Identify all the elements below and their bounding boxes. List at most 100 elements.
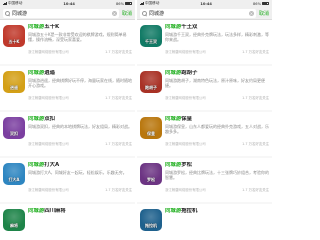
title-highlight: 同城游 [165,162,182,168]
avatar-label: 打大A [8,177,20,182]
card-title: 同城游跑胡子 [165,70,269,77]
game-avatar-icon: 逍遥 [3,71,25,93]
clear-icon[interactable]: × [248,10,254,16]
avatar-label: 罗松 [147,177,155,182]
card-org: 浙江畅唐网络股份有限公司 [28,96,69,100]
title-suffix: 保皇 [181,116,192,122]
title-suffix: 四川麻将 [44,208,66,214]
search-bar: 同城游 × 取消 [0,7,135,20]
title-suffix: 跑胡子 [181,70,198,76]
result-card[interactable]: 罗松 同城游罗松 同城游罗松，经典比牌玩法，十三张牌巧妙组合，考验你的智慧。 浙… [137,158,272,202]
card-title: 同城游逍遥 [28,70,132,77]
battery-percent: 86% [116,1,124,6]
card-title: 同城游拖拉机 [165,208,269,215]
search-bar: 同城游 × 取消 [137,7,272,20]
result-list: 五十K 同城游五十K 同城游五十K是一款非常受欢迎的棋牌游戏，规则简单易懂，操作… [0,20,135,240]
card-fans: 1.7 万名好友关注 [242,50,269,54]
card-description: 同城游罗松，经典比牌玩法，十三张牌巧妙组合，考验你的智慧。 [165,170,269,180]
search-input[interactable]: 同城游 × [3,8,119,18]
card-description: 同城游打大A，同城好友一起玩，轻松娱乐，乐趣无穷。 [28,170,127,175]
result-card[interactable]: 双扣 同城游双扣 同城游双扣，经典的本地棋牌玩法，好友组局，精彩对战。 浙江畅唐… [0,112,135,156]
result-card[interactable]: 千王双 同城游千王双 同城游千王双，经典扑克牌玩法，玩法多样，精彩刺激，等你来战… [137,20,272,64]
title-suffix: 罗松 [181,162,192,168]
battery-group: 86% [253,2,269,6]
card-org: 浙江畅唐网络股份有限公司 [165,96,206,100]
card-org: 浙江畅唐网络股份有限公司 [28,142,69,146]
card-title: 同城游五十K [28,24,132,31]
card-meta: 浙江畅唐网络股份有限公司 1.7 万名好友关注 [28,95,132,100]
battery-icon [125,1,132,6]
avatar-label: 麻将 [10,223,18,228]
search-icon [142,10,147,16]
card-meta: 浙江畅唐网络股份有限公司 1.7 万名好友关注 [165,95,269,100]
card-title: 同城游罗松 [165,162,269,169]
title-highlight: 同城游 [28,208,45,214]
title-suffix: 双扣 [44,116,55,122]
game-avatar-icon: 打大A [3,163,25,185]
title-highlight: 同城游 [28,116,45,122]
avatar-label: 拖拉机 [145,223,157,228]
card-fans: 1.7 万名好友关注 [242,142,269,146]
card-description: 同城游跑胡子，湖南特色玩法，原汁原味，好友约局更便捷。 [165,78,265,88]
signal-group: 中国移动 [140,1,159,6]
card-org: 浙江畅唐网络股份有限公司 [165,188,206,192]
result-card[interactable]: 保皇 同城游保皇 同城游保皇，山东人都爱玩的经典扑克游戏，五人对战，乐趣多多。 … [137,112,272,156]
title-highlight: 同城游 [165,208,182,214]
card-meta: 浙江畅唐网络股份有限公司 1.7 万名好友关注 [28,141,132,146]
search-icon [5,10,10,16]
result-card[interactable]: 麻将 同城游四川麻将 [0,204,135,240]
signal-group: 中国移动 [3,1,22,6]
card-description: 同城游千王双，经典扑克牌玩法，玩法多样，精彩刺激，等你来战。 [165,32,269,42]
avatar-label: 逍遥 [10,85,18,90]
card-fans: 1.7 万名好友关注 [105,142,132,146]
title-suffix: 千王双 [181,24,198,30]
game-avatar-icon: 拖拉机 [140,209,162,231]
avatar-label: 五十K [8,39,20,44]
search-input[interactable]: 同城游 × [140,8,256,18]
avatar-label: 保皇 [147,131,155,136]
card-fans: 1.7 万名好友关注 [105,50,132,54]
title-suffix: 逍遥 [44,70,55,76]
result-card[interactable]: 打大A 同城游打大A 同城游打大A，同城好友一起玩，轻松娱乐，乐趣无穷。 浙江畅… [0,158,135,202]
title-highlight: 同城游 [28,24,45,30]
card-fans: 1.7 万名好友关注 [105,96,132,100]
game-avatar-icon: 跑胡子 [140,71,162,93]
result-card[interactable]: 五十K 同城游五十K 同城游五十K是一款非常受欢迎的棋牌游戏，规则简单易懂，操作… [0,20,135,64]
search-query[interactable]: 同城游 [149,10,247,17]
card-meta: 浙江畅唐网络股份有限公司 1.7 万名好友关注 [28,187,132,192]
result-card[interactable]: 拖拉机 同城游拖拉机 [137,204,272,240]
signal-icon [3,2,7,5]
signal-icon [140,2,144,5]
avatar-label: 千王双 [145,39,157,44]
card-title: 同城游千王双 [165,24,269,31]
card-fans: 1.7 万名好友关注 [105,188,132,192]
clear-icon[interactable]: × [111,10,117,16]
card-org: 浙江畅唐网络股份有限公司 [28,50,69,54]
title-suffix: 拖拉机 [181,208,198,214]
status-bar: 中国移动 10:44 86% [0,0,135,7]
carrier-label: 中国移动 [144,1,160,5]
card-meta: 浙江畅唐网络股份有限公司 1.7 万名好友关注 [165,49,269,54]
card-fans: 1.7 万名好友关注 [242,96,269,100]
status-bar: 中国移动 10:44 86% [137,0,272,7]
cancel-button[interactable]: 取消 [259,10,269,17]
battery-group: 86% [116,2,132,6]
card-org: 浙江畅唐网络股份有限公司 [165,142,206,146]
card-description: 同城游五十K是一款非常受欢迎的棋牌游戏，规则简单易懂，操作流畅，深受玩家喜爱。 [28,32,127,42]
game-avatar-icon: 麻将 [3,209,25,231]
card-description: 同城游保皇，山东人都爱玩的经典扑克游戏，五人对战，乐趣多多。 [165,124,269,134]
result-card[interactable]: 逍遥 同城游逍遥 同城游逍遥，经典棋牌好玩不停，海量玩家在线，随时随地开心游戏。… [0,66,135,110]
game-avatar-icon: 保皇 [140,117,162,139]
game-avatar-icon: 双扣 [3,117,25,139]
title-suffix: 五十K [44,24,60,30]
battery-icon [262,1,269,6]
card-meta: 浙江畅唐网络股份有限公司 1.7 万名好友关注 [165,141,269,146]
search-query[interactable]: 同城游 [12,10,110,17]
title-highlight: 同城游 [165,24,182,30]
result-card[interactable]: 跑胡子 同城游跑胡子 同城游跑胡子，湖南特色玩法，原汁原味，好友约局更便捷。 浙… [137,66,272,110]
cancel-button[interactable]: 取消 [122,10,132,17]
card-description [28,216,132,231]
card-description [165,216,269,231]
title-suffix: 打大A [44,162,60,168]
card-title: 同城游四川麻将 [28,208,132,215]
